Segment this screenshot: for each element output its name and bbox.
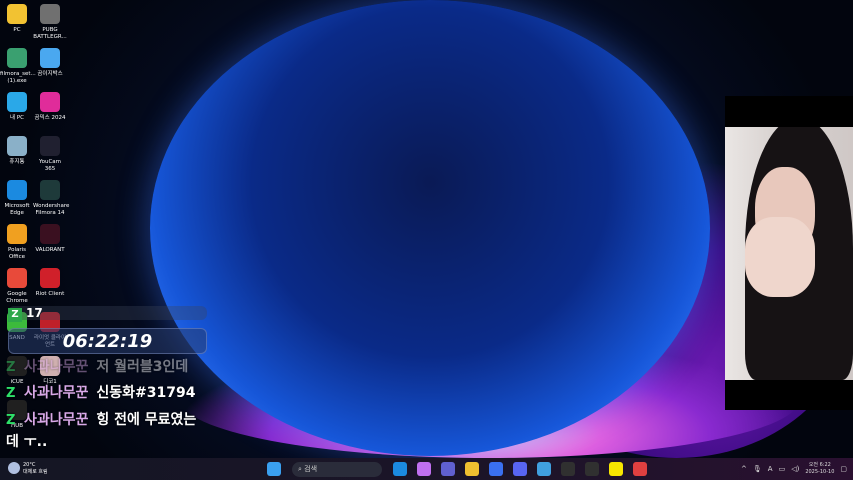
chat-text: 신동화#31794 [96, 385, 196, 401]
desktop-icon-label: Microsoft Edge [4, 203, 30, 216]
app-icon [40, 92, 60, 112]
desktop-icon[interactable]: 휴지통 [0, 136, 34, 166]
microphone-icon[interactable]: 🎙 [753, 465, 762, 473]
desktop-icon-label: 곰믹스 2024 [34, 115, 66, 121]
photos-icon[interactable] [537, 462, 551, 476]
desktop-icon-label: Riot Client [35, 291, 65, 297]
app-icon [7, 224, 27, 244]
weather-desc: 대체로 흐림 [23, 469, 48, 475]
viewer-icon: Z [8, 308, 22, 322]
desktop-icon[interactable]: Wondershare Filmora 14 [33, 180, 70, 217]
chat-text: 저 월러블3인데 [96, 359, 189, 375]
desktop-icon-label: PUBG BATTLEGR... [33, 27, 67, 40]
desktop-icon[interactable]: VALORANT [33, 224, 67, 254]
app-icon [40, 136, 60, 156]
copilot-icon[interactable] [417, 462, 431, 476]
taskbar: ⌕ 검색 [0, 458, 853, 480]
desktop-icon[interactable]: PC [0, 4, 34, 34]
media-player-icon[interactable] [489, 462, 503, 476]
weather-temp: 20°C [23, 462, 36, 468]
desktop-icon-label: 곰이지박스 [37, 71, 63, 77]
volume-icon[interactable]: ◁) [791, 465, 799, 473]
chat-nick: 사과나무꾼 [24, 412, 89, 428]
desktop-icon-label: Wondershare Filmora 14 [33, 203, 70, 216]
app-icon [40, 268, 60, 288]
desktop-icon[interactable]: 곰믹스 2024 [33, 92, 67, 122]
g-hub-icon[interactable] [585, 462, 599, 476]
chat-user-icon: Z [6, 413, 16, 428]
desktop-icon[interactable]: 내 PC [0, 92, 34, 122]
webcam-hand [745, 217, 815, 297]
desktop-icon-label: filmora_set... (1).exe [0, 71, 36, 84]
app-icon [7, 92, 27, 112]
desktop-icon[interactable]: Riot Client [33, 268, 67, 298]
discord-icon[interactable] [513, 462, 527, 476]
chat-nick: 사과나무꾼 [24, 385, 89, 401]
wallpaper-orb [150, 0, 710, 456]
app-icon [7, 4, 27, 24]
webcam-feed [725, 127, 853, 380]
app-icon [7, 48, 27, 68]
desktop-icon-label: 내 PC [10, 115, 24, 121]
desktop-icon-label: YouCam 365 [38, 159, 62, 172]
search-placeholder: 검색 [304, 464, 318, 473]
viewer-count: 17 [26, 306, 43, 320]
app-icon [7, 136, 27, 156]
notification-icon[interactable]: ▢ [840, 465, 847, 473]
desktop-icon[interactable]: YouCam 365 [33, 136, 67, 173]
chat-nick: 사과나무꾼 [24, 359, 89, 375]
ime-indicator[interactable]: A [768, 465, 773, 473]
desktop-icon[interactable]: Microsoft Edge [0, 180, 34, 217]
app-icon [40, 4, 60, 24]
desktop-icon[interactable]: Google Chrome [0, 268, 34, 305]
weather-icon [8, 462, 20, 474]
clock-date[interactable]: 오전 6:22 2025-10-10 [805, 462, 834, 476]
app-icon [40, 180, 60, 200]
desktop-icon-label: PC [13, 27, 21, 33]
app-icon [40, 224, 60, 244]
app-icon [7, 268, 27, 288]
chat-message: Z 사과나무꾼 신동화#31794 [6, 384, 195, 403]
stream-clock: 06:22:19 [8, 328, 207, 354]
chrome-icon[interactable] [633, 462, 647, 476]
teams-icon[interactable] [441, 462, 455, 476]
network-icon[interactable]: ▭ [779, 465, 786, 473]
chat-user-icon: Z [6, 360, 16, 375]
file-explorer-icon[interactable] [465, 462, 479, 476]
desktop-icon[interactable]: filmora_set... (1).exe [0, 48, 36, 85]
system-tray: ^ 🎙 A ▭ ◁) 오전 6:22 2025-10-10 ▢ [741, 459, 847, 479]
obs-icon[interactable] [561, 462, 575, 476]
chat-user-icon: Z [6, 386, 16, 401]
desktop-icon[interactable]: PUBG BATTLEGR... [33, 4, 67, 41]
kakaotalk-icon[interactable] [609, 462, 623, 476]
desktop-icon-label: VALORANT [35, 247, 65, 253]
chat-message: Z 사과나무꾼 힝 전에 무료였는 [6, 411, 196, 430]
chat-text: 힝 전에 무료였는 [96, 412, 197, 428]
chat-continuation: 데 ㅜ.. [6, 434, 48, 450]
edge-icon[interactable] [393, 462, 407, 476]
tray-time: 오전 6:22 [808, 462, 831, 468]
app-icon [40, 48, 60, 68]
tray-chevron-icon[interactable]: ^ [741, 465, 747, 473]
tray-date: 2025-10-10 [805, 469, 835, 475]
app-icon [7, 180, 27, 200]
desktop-icon-label: 휴지통 [9, 159, 25, 165]
desktop-icon-label: Polaris Office [7, 247, 27, 260]
search-box[interactable]: ⌕ 검색 [292, 461, 382, 477]
start-icon[interactable] [267, 462, 281, 476]
taskbar-apps [388, 462, 652, 476]
desktop-icon[interactable]: 곰이지박스 [33, 48, 67, 78]
weather-widget[interactable]: 20°C 대체로 흐림 [8, 462, 48, 476]
desktop-icon-label: Google Chrome [6, 291, 28, 304]
desktop-icon[interactable]: Polaris Office [0, 224, 34, 261]
chat-message: Z 사과나무꾼 저 월러블3인데 [6, 358, 188, 377]
